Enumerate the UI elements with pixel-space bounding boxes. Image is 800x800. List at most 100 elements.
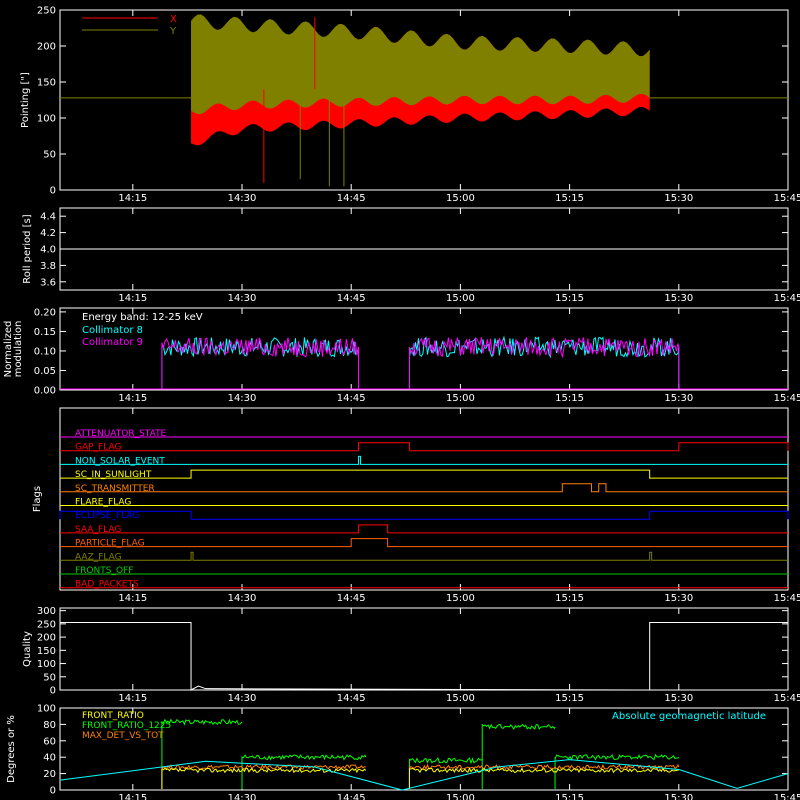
ratios-xtick-label: 14:15: [118, 793, 147, 800]
pointing-xtick-label: 14:45: [337, 193, 366, 204]
modulation-xtick-label: 15:00: [446, 393, 475, 404]
pointing-ytick-label: 250: [37, 6, 56, 17]
flags-xtick-label: 15:45: [774, 593, 800, 604]
pointing-ytick-label: 100: [37, 114, 56, 125]
roll-period-xtick-label: 15:45: [774, 293, 800, 304]
modulation-ytick-label: 0.05: [34, 366, 56, 377]
flags-xtick-label: 15:30: [664, 593, 693, 604]
quality-xtick-label: 15:45: [774, 693, 800, 704]
quality-ytick-label: 50: [43, 672, 56, 683]
roll-period-ytick-label: 4.0: [40, 245, 56, 256]
roll-period-ytick-label: 4.2: [40, 228, 56, 239]
ratios-ytick-label: 100: [37, 704, 56, 715]
flag-label-bad-packets: BAD_PACKETS: [75, 580, 139, 590]
modulation-magenta-segment: [408, 337, 680, 389]
modulation-panel: 14:15 14:30 14:45 15:00 15:15 15:30 15:45 0.00 0…: [3, 307, 800, 404]
roll-period-ytick-label: 4.4: [40, 212, 56, 223]
pointing-ytick-label: 200: [37, 42, 56, 53]
flag-label-non-solar-event: NON_SOLAR_EVENT: [75, 456, 165, 466]
modulation-xtick-label: 14:30: [228, 393, 257, 404]
ratios-geomag-latitude-label: Absolute geomagnetic latitude: [612, 711, 766, 722]
flag-label-gap-flag: GAP_FLAG: [75, 443, 121, 453]
roll-period-ylabel: Roll period [s]: [22, 214, 33, 283]
ratios-legend-max-det-vs-tot: MAX_DET_VS_TOT: [82, 731, 164, 741]
quality-ytick-label: 250: [37, 619, 56, 630]
roll-period-xtick-label: 15:15: [555, 293, 584, 304]
pointing-xtick-label: 14:15: [118, 193, 147, 204]
modulation-xtick-label: 15:15: [555, 393, 584, 404]
modulation-energy-band-label: Energy band: 12-25 keV: [82, 312, 203, 323]
flags-frame: [59, 407, 789, 591]
modulation-ytick-label: 0.10: [34, 346, 56, 357]
flag-line-sc-transmitter: [60, 483, 788, 493]
ratios-xtick-label: 15:00: [446, 793, 475, 800]
pointing-ytick-label: 0: [50, 186, 56, 197]
ratios-xtick-label: 14:30: [228, 793, 257, 800]
quality-ytick-label: 200: [37, 633, 56, 644]
quality-panel: 14:15 14:30 14:45 15:00 15:15 15:30 15:45 0 50 10…: [22, 606, 800, 704]
quality-ytick-label: 100: [37, 659, 56, 670]
modulation-legend-9: Collimator 9: [82, 337, 143, 348]
pointing-ytick-label: 150: [37, 78, 56, 89]
flag-line-eclipse-flag: [59, 510, 789, 520]
flag-line-saa-flag: [60, 524, 788, 534]
ratios-ytick-label: 60: [43, 736, 56, 747]
ratios-ytick-label: 0: [50, 786, 56, 797]
pointing-xtick-label: 15:15: [555, 193, 584, 204]
quality-xtick-label: 15:15: [555, 693, 584, 704]
flag-line-non-solar-event: [60, 455, 788, 465]
flag-label-aaz-flag: AAZ_FLAG: [75, 552, 122, 562]
flag-label-eclipse-flag: ECLIPSE_FLAG: [75, 511, 139, 521]
roll-period-xtick-label: 15:00: [446, 293, 475, 304]
flag-label-sc-transmitter: SC_TRANSMITTER: [75, 484, 155, 494]
pointing-xtick-label: 14:30: [228, 193, 257, 204]
modulation-ytick-label: 0.15: [34, 327, 56, 338]
ratios-ylabel: Degrees or %: [6, 715, 17, 783]
quality-ytick-label: 150: [37, 646, 56, 657]
modulation-ytick-label: 0.20: [34, 307, 56, 318]
flag-line-particle-flag: [60, 538, 788, 548]
quality-xtick-label: 14:30: [228, 693, 257, 704]
roll-period-xtick-label: 14:15: [118, 293, 147, 304]
modulation-legend-8: Collimator 8: [82, 325, 143, 336]
quality-ylabel: Quality: [22, 631, 33, 667]
ratios-legend-front-ratio: FRONT_RATIO: [82, 711, 144, 721]
flag-label-fronts-off: FRONTS_OFF: [75, 566, 133, 576]
modulation-xtick-label: 14:45: [337, 393, 366, 404]
pointing-ytick-label: 50: [43, 150, 56, 161]
modulation-ylabel: modulation: [13, 321, 24, 378]
quality-ytick-label: 300: [37, 606, 56, 617]
pointing-xtick-label: 15:00: [446, 193, 475, 204]
flag-label-particle-flag: PARTICLE_FLAG: [75, 539, 145, 549]
roll-period-ytick-label: 3.6: [40, 277, 56, 288]
ratios-xtick-label: 14:45: [337, 793, 366, 800]
flag-label-flare-flag: FLARE_FLAG: [75, 498, 131, 508]
flags-xtick-label: 15:15: [555, 593, 584, 604]
quality-frame: [59, 607, 789, 691]
flags-xtick-label: 15:00: [446, 593, 475, 604]
quality-line: [60, 622, 788, 691]
flags-xtick-label: 14:15: [118, 593, 147, 604]
flags-xtick-label: 14:45: [337, 593, 366, 604]
modulation-xtick-label: 14:15: [118, 393, 147, 404]
stacked-quicklook-figure: 14:15 14:30 14:45 15:00 15:15 15:30 15:45 0 50 10…: [0, 0, 800, 800]
ratios-xtick-label: 15:15: [555, 793, 584, 800]
flag-line-aaz-flag: [60, 551, 788, 561]
ratios-legend-front-ratio-1225: FRONT_RATIO_1225: [82, 721, 171, 731]
ratios-ytick-label: 20: [43, 769, 56, 780]
flags-panel: 14:15 14:30 14:45 15:00 15:15 15:30 15:45 Flags…: [32, 407, 800, 604]
flag-label-attenuator-state: ATTENUATOR_STATE: [75, 429, 167, 439]
ratios-series-front-ratio-1225: [161, 718, 680, 789]
flag-label-sc-in-sunlight: SC_IN_SUNLIGHT: [75, 470, 152, 480]
modulation-ytick-label: 0.00: [34, 386, 56, 397]
legend-label-x: X: [170, 14, 177, 25]
ratios-ytick-label: 40: [43, 753, 56, 764]
quality-ytick-label: 0: [50, 686, 56, 697]
roll-period-xtick-label: 14:30: [228, 293, 257, 304]
legend-label-y: Y: [169, 26, 177, 37]
flag-label-saa-flag: SAA_FLAG: [75, 525, 121, 535]
roll-period-panel: 14:15 14:30 14:45 15:00 15:15 15:30 15:45 3.6 3.…: [22, 207, 800, 304]
ratios-xtick-label: 15:45: [774, 793, 800, 800]
flags-ylabel: Flags: [32, 486, 43, 512]
pointing-panel: 14:15 14:30 14:45 15:00 15:15 15:30 15:45 0 50 10…: [20, 6, 800, 205]
